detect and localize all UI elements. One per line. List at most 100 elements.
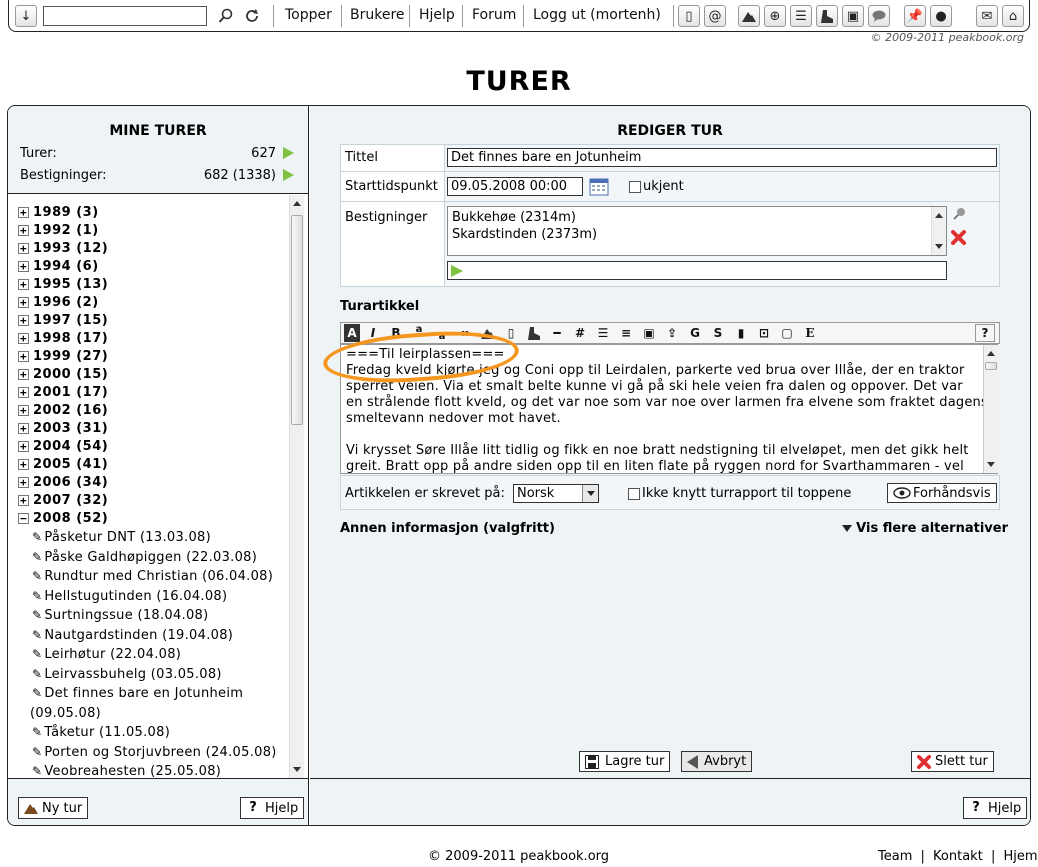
year-node[interactable]: +1997 (15) <box>18 311 108 329</box>
table-icon[interactable]: # <box>570 324 590 342</box>
trip-item[interactable]: ✎ Påsketur DNT (13.03.08) <box>32 530 211 545</box>
image-icon[interactable]: ▣ <box>842 5 864 27</box>
e-icon[interactable]: E <box>800 324 820 342</box>
nav-logout[interactable]: Logg ut (mortenh) <box>533 7 661 23</box>
expand-icon[interactable]: + <box>18 206 29 218</box>
collapse-icon[interactable]: − <box>18 512 29 524</box>
at-icon[interactable]: @ <box>704 5 726 27</box>
phone-icon[interactable]: ▯ <box>678 5 700 27</box>
expand-icon[interactable]: + <box>18 296 29 308</box>
trip-item[interactable]: ✎ Porten og Storjuvbreen (24.05.08) <box>32 745 277 760</box>
expand-icon[interactable]: + <box>18 476 29 488</box>
trip-item[interactable]: ✎ Nautgardstinden (19.04.08) <box>32 628 233 643</box>
heading-icon[interactable]: A <box>344 324 360 342</box>
year-node[interactable]: +1996 (2) <box>18 293 99 311</box>
map-icon[interactable]: ⊡ <box>754 324 774 342</box>
year-node[interactable]: +2003 (31) <box>18 419 108 437</box>
footer-link-home[interactable]: Hjem <box>1003 849 1037 864</box>
expand-icon[interactable]: + <box>18 440 29 452</box>
film-icon[interactable]: ▮ <box>731 324 751 342</box>
year-node[interactable]: +2005 (41) <box>18 455 108 473</box>
expand-icon[interactable]: + <box>18 260 29 272</box>
ascents-arrow-icon[interactable] <box>283 169 294 181</box>
expand-icon[interactable]: + <box>18 494 29 506</box>
trip-item[interactable]: ✎ Rundtur med Christian (06.04.08) <box>32 569 273 584</box>
scroll-thumb[interactable] <box>985 362 997 370</box>
scroll-up-icon[interactable] <box>293 201 301 206</box>
ascent-item[interactable]: Bukkehøe (2314m) <box>452 209 942 226</box>
footer-link-team[interactable]: Team <box>878 849 912 864</box>
nav-hjelp[interactable]: Hjelp <box>419 7 455 23</box>
language-select[interactable]: Norsk <box>513 484 599 503</box>
trip-item[interactable]: ✎ Surtningssue (18.04.08) <box>32 608 208 623</box>
no-link-toggle[interactable]: Ikke knytt turrapport til toppene <box>628 486 851 501</box>
search-input[interactable] <box>43 6 207 26</box>
horizontal-rule-icon[interactable]: ━ <box>547 324 567 342</box>
ascents-scrollbar[interactable] <box>931 207 946 255</box>
ascents-list[interactable]: Bukkehøe (2314m) Skardstinden (2373m) <box>447 206 947 256</box>
title-input[interactable]: Det finnes bare en Jotunheim <box>447 148 997 167</box>
page-icon[interactable]: ▢ <box>777 324 797 342</box>
chevron-down-icon[interactable] <box>582 485 598 502</box>
home-icon[interactable]: ⌂ <box>1002 5 1024 27</box>
editor-help-icon[interactable]: ? <box>975 324 995 342</box>
cancel-button[interactable]: Avbryt <box>681 751 753 772</box>
scroll-down-icon[interactable] <box>293 767 301 772</box>
unknown-checkbox[interactable] <box>629 180 641 193</box>
delete-trip-button[interactable]: Slett tur <box>911 751 994 772</box>
s-icon[interactable]: S <box>708 324 728 342</box>
save-trip-button[interactable]: Lagre tur <box>579 751 671 772</box>
scroll-up-icon[interactable] <box>935 213 943 218</box>
scroll-thumb[interactable] <box>291 215 303 425</box>
no-link-checkbox[interactable] <box>628 487 640 500</box>
trips-arrow-icon[interactable] <box>283 147 294 159</box>
expand-icon[interactable]: + <box>18 242 29 254</box>
bullet-list-icon[interactable]: ☰ <box>593 324 613 342</box>
trip-item[interactable]: ✎ Leirhøtur (22.04.08) <box>32 647 181 662</box>
year-node[interactable]: +2004 (54) <box>18 437 108 455</box>
year-node[interactable]: +1994 (6) <box>18 257 99 275</box>
expand-icon[interactable]: + <box>18 368 29 380</box>
expand-icon[interactable]: + <box>18 278 29 290</box>
trip-item[interactable]: ✎ Leirvassbuhelg (03.05.08) <box>32 667 222 682</box>
expand-icon[interactable]: + <box>18 332 29 344</box>
nav-topper[interactable]: Topper <box>285 7 332 23</box>
expand-icon[interactable]: + <box>18 224 29 236</box>
year-node[interactable]: +2007 (32) <box>18 491 108 509</box>
mountain-icon[interactable] <box>738 5 760 27</box>
ascent-item[interactable]: Skardstinden (2373m) <box>452 226 942 243</box>
year-node[interactable]: +2001 (17) <box>18 383 108 401</box>
nav-forum[interactable]: Forum <box>472 7 516 23</box>
nav-brukere[interactable]: Brukere <box>350 7 405 23</box>
year-node[interactable]: +2006 (34) <box>18 473 108 491</box>
globe-plus-icon[interactable]: ⊕ <box>764 5 786 27</box>
unknown-toggle[interactable]: ukjent <box>629 179 684 194</box>
boot-icon[interactable] <box>816 5 838 27</box>
trip-item[interactable]: ✎ Tåketur (11.05.08) <box>32 725 170 740</box>
scroll-down-icon[interactable] <box>987 462 995 467</box>
expand-icon[interactable]: + <box>18 386 29 398</box>
help-button-left[interactable]: ? Hjelp <box>240 797 305 819</box>
pin-icon[interactable] <box>951 206 967 226</box>
year-node[interactable]: +2002 (16) <box>18 401 108 419</box>
trip-item[interactable]: (09.05.08) <box>30 706 101 721</box>
boot-icon[interactable] <box>524 324 544 342</box>
new-trip-button[interactable]: Ny tur <box>18 797 89 819</box>
trip-item[interactable]: ✎ Hellstugutinden (16.04.08) <box>32 589 227 604</box>
year-node[interactable]: +1998 (17) <box>18 329 108 347</box>
delete-ascent-icon[interactable] <box>951 230 966 249</box>
expand-icon[interactable]: + <box>18 404 29 416</box>
g-icon[interactable]: G <box>685 324 705 342</box>
year-node[interactable]: +1992 (1) <box>18 221 99 239</box>
refresh-icon[interactable] <box>241 5 263 27</box>
numbered-list-icon[interactable]: ≡ <box>616 324 636 342</box>
add-ascent-input[interactable] <box>447 261 947 280</box>
expand-icon[interactable]: + <box>18 458 29 470</box>
year-node[interactable]: +1999 (27) <box>18 347 108 365</box>
year-node[interactable]: +1995 (13) <box>18 275 108 293</box>
calendar-icon[interactable] <box>589 176 609 200</box>
tree-scrollbar[interactable] <box>289 195 304 778</box>
preview-button[interactable]: Forhåndsvis <box>887 483 997 503</box>
year-node[interactable]: +1993 (12) <box>18 239 108 257</box>
download-icon[interactable]: ↓ <box>15 5 37 27</box>
